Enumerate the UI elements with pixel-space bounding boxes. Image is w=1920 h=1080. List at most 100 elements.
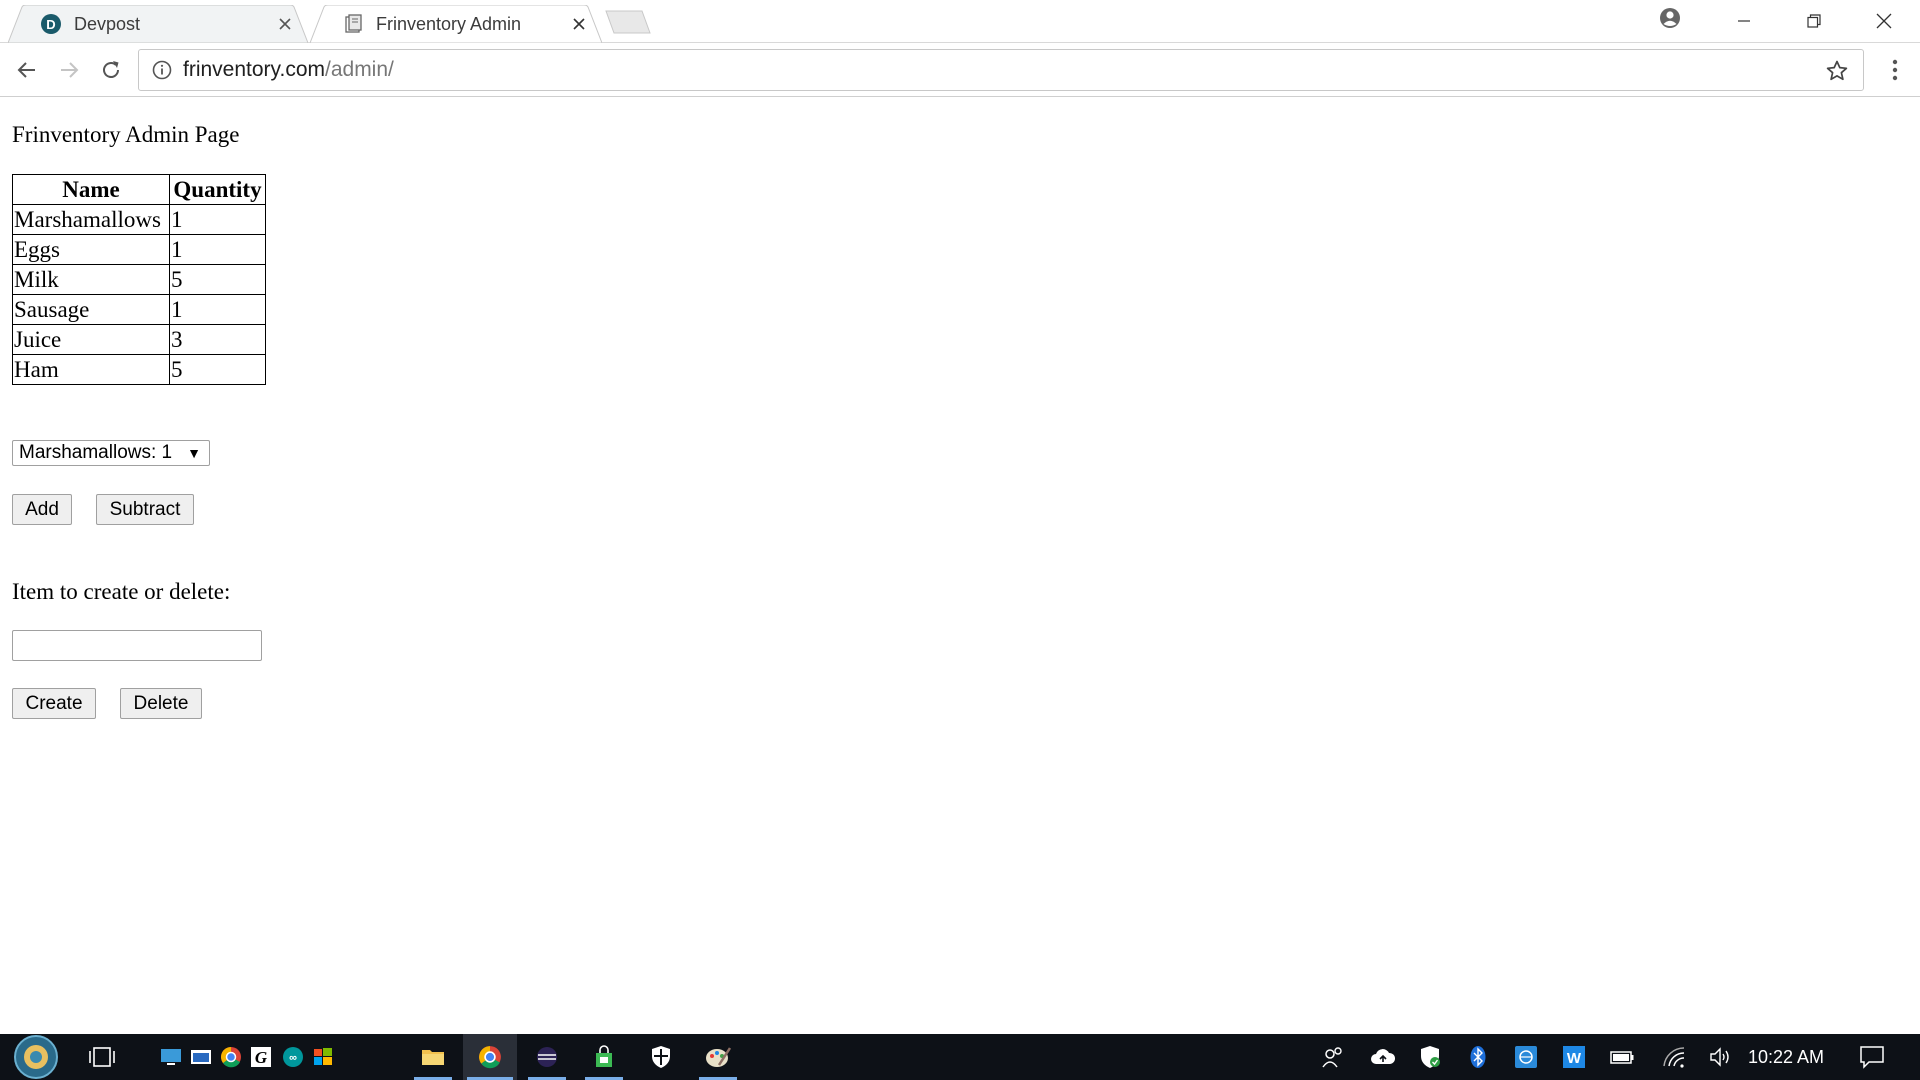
tab-frinventory-admin[interactable]: Frinventory Admin <box>310 5 602 43</box>
item-select-value: Marshamallows: 1 <box>19 442 173 463</box>
taskbar-store[interactable] <box>581 1034 627 1080</box>
table-header-row: Name Quantity <box>12 174 266 205</box>
chrome-menu-button[interactable] <box>1880 55 1910 85</box>
shopping-bag-icon <box>596 1045 612 1067</box>
tab-devpost[interactable]: D Devpost <box>8 5 308 43</box>
subtract-button[interactable]: Subtract <box>96 494 194 525</box>
forward-button[interactable] <box>52 53 86 87</box>
windows-taskbar: G ∞ W 10:22 AM <box>0 1034 1920 1080</box>
create-button[interactable]: Create <box>12 688 96 719</box>
tray-security[interactable] <box>1414 1034 1446 1080</box>
cell-name: Juice <box>12 324 170 355</box>
reload-button[interactable] <box>94 53 128 87</box>
minimize-button[interactable] <box>1709 0 1779 42</box>
url-host: frinventory.com <box>183 58 325 81</box>
quicklaunch-window[interactable] <box>188 1034 214 1080</box>
tray-people[interactable] <box>1318 1034 1348 1080</box>
quicklaunch-chrome[interactable] <box>218 1034 244 1080</box>
task-view-button[interactable] <box>82 1034 122 1080</box>
quicklaunch-windows-app[interactable] <box>310 1034 336 1080</box>
chrome-icon <box>479 1046 501 1069</box>
taskbar-chrome[interactable] <box>463 1034 517 1080</box>
windows-flag-icon <box>314 1048 332 1065</box>
item-name-input[interactable] <box>12 630 262 661</box>
close-icon[interactable] <box>276 15 294 33</box>
arrow-left-icon <box>17 62 35 78</box>
bookmark-star-icon[interactable] <box>1825 59 1849 83</box>
bluetooth-icon <box>1470 1046 1486 1068</box>
action-center-button[interactable] <box>1854 1034 1890 1080</box>
new-tab-button[interactable] <box>604 9 652 35</box>
arduino-icon: ∞ <box>283 1047 303 1067</box>
item-select-dropdown[interactable]: Marshamallows: 1 ▼ <box>12 440 210 466</box>
table-row: Sausage 1 <box>12 294 266 325</box>
cell-quantity: 5 <box>169 354 266 385</box>
quicklaunch-g-app[interactable]: G <box>248 1034 274 1080</box>
add-button[interactable]: Add <box>12 494 72 525</box>
vertical-dots-icon <box>1892 59 1898 81</box>
tab-title: Devpost <box>74 13 141 34</box>
speaker-icon <box>1710 1047 1729 1067</box>
table-row: Milk 5 <box>12 264 266 295</box>
wifi-icon <box>1663 1047 1685 1068</box>
table-row: Juice 3 <box>12 324 266 355</box>
taskbar-eclipse[interactable] <box>524 1034 570 1080</box>
tray-wifi[interactable] <box>1658 1034 1690 1080</box>
taskbar-defender[interactable] <box>638 1034 684 1080</box>
cell-name: Marshamallows <box>12 204 170 235</box>
tray-battery[interactable] <box>1606 1034 1638 1080</box>
url-text: frinventory.com/admin/ <box>183 58 394 82</box>
close-icon[interactable] <box>570 15 588 33</box>
restore-icon <box>1807 14 1821 28</box>
svg-text:G: G <box>255 1048 268 1067</box>
info-icon[interactable] <box>151 59 173 81</box>
eclipse-icon <box>537 1047 557 1067</box>
network-app-icon <box>1515 1046 1537 1068</box>
tray-network-app[interactable] <box>1510 1034 1542 1080</box>
svg-text:∞: ∞ <box>289 1052 297 1064</box>
desktop-icon <box>161 1049 181 1065</box>
tray-onedrive[interactable] <box>1366 1034 1400 1080</box>
restore-button[interactable] <box>1779 0 1849 42</box>
notification-icon <box>1860 1046 1884 1069</box>
table-row: Eggs 1 <box>12 234 266 265</box>
back-button[interactable] <box>10 53 44 87</box>
taskbar-paint[interactable] <box>695 1034 741 1080</box>
start-button[interactable] <box>8 1034 64 1080</box>
page-favicon-icon <box>342 13 364 35</box>
chrome-icon <box>221 1047 241 1068</box>
window-switch-icon <box>191 1050 211 1064</box>
cell-name: Ham <box>12 354 170 385</box>
svg-text:D: D <box>46 17 55 32</box>
profile-icon[interactable] <box>1658 6 1682 30</box>
create-delete-prompt: Item to create or delete: <box>12 579 231 604</box>
taskbar-file-explorer[interactable] <box>410 1034 456 1080</box>
delete-button[interactable]: Delete <box>120 688 202 719</box>
address-bar[interactable]: frinventory.com/admin/ <box>138 49 1864 91</box>
start-orb-icon <box>14 1035 58 1079</box>
folder-icon <box>422 1050 444 1065</box>
cell-name: Sausage <box>12 294 170 325</box>
browser-titlebar: D Devpost Frinventory Admin <box>0 0 1920 43</box>
svg-text:W: W <box>1567 1050 1582 1067</box>
cell-name: Milk <box>12 264 170 295</box>
url-path: /admin/ <box>325 58 394 81</box>
people-icon <box>1322 1047 1342 1068</box>
close-window-button[interactable] <box>1849 0 1919 42</box>
tray-w-app[interactable]: W <box>1558 1034 1590 1080</box>
cell-name: Eggs <box>12 234 170 265</box>
browser-toolbar: frinventory.com/admin/ <box>0 43 1920 97</box>
cloud-upload-icon <box>1371 1049 1396 1064</box>
quicklaunch-desktop[interactable] <box>158 1034 184 1080</box>
g-letter-icon: G <box>251 1047 271 1067</box>
paint-palette-icon <box>706 1047 731 1067</box>
cell-quantity: 1 <box>169 204 266 235</box>
quicklaunch-arduino[interactable]: ∞ <box>280 1034 306 1080</box>
shield-icon <box>652 1046 670 1068</box>
taskbar-clock[interactable]: 10:22 AM <box>1748 1034 1824 1080</box>
arrow-right-icon <box>61 62 79 78</box>
page-content: Frinventory Admin Page Name Quantity Mar… <box>0 98 1920 1034</box>
tray-bluetooth[interactable] <box>1464 1034 1492 1080</box>
table-row: Ham 5 <box>12 354 266 385</box>
tray-volume[interactable] <box>1704 1034 1736 1080</box>
